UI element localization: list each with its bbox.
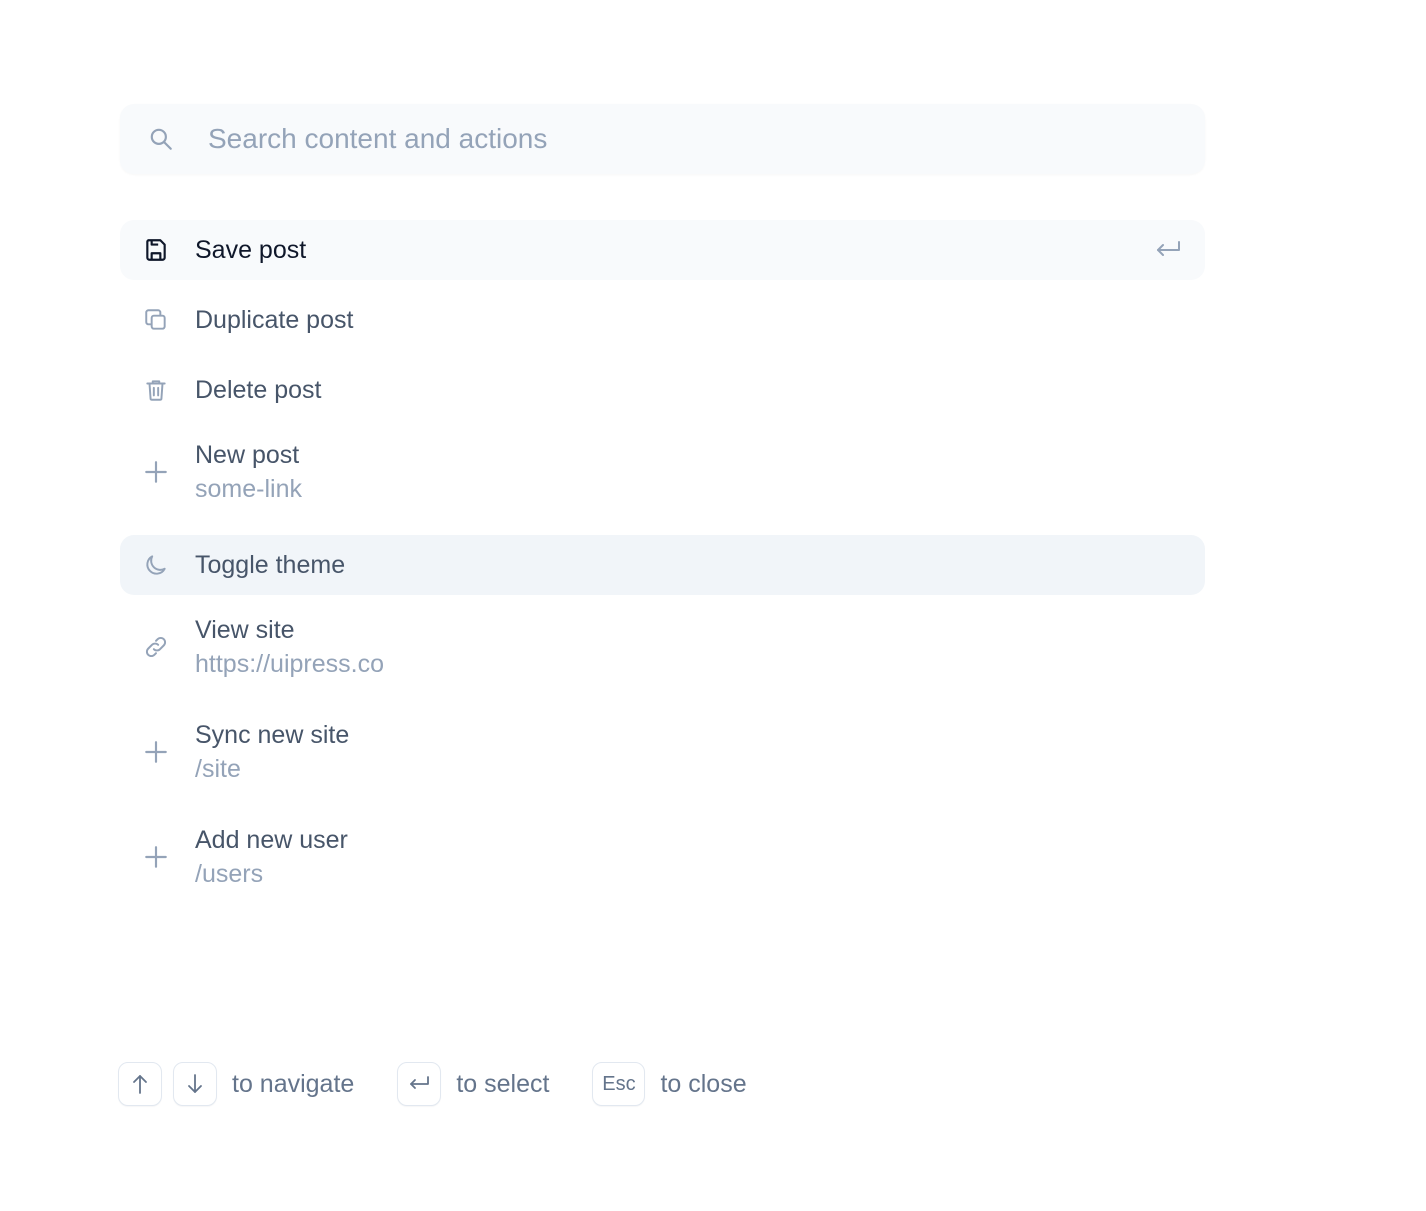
esc-key: Esc xyxy=(592,1062,646,1106)
command-duplicate-post[interactable]: Duplicate post xyxy=(120,290,1205,350)
command-list: Save post Duplicate post Delete post New… xyxy=(120,220,1205,899)
command-palette: Save post Duplicate post xyxy=(120,104,1205,920)
plus-icon xyxy=(141,842,171,872)
enter-key xyxy=(397,1062,442,1106)
command-label: Duplicate post xyxy=(195,306,354,334)
command-sublabel: some-link xyxy=(195,475,302,503)
command-label: Sync new site xyxy=(195,721,350,749)
command-label: Save post xyxy=(195,236,307,264)
search-bar[interactable] xyxy=(120,104,1205,174)
enter-icon xyxy=(410,1076,430,1089)
command-new-post[interactable]: New post some-link xyxy=(120,430,1205,514)
command-sublabel: /users xyxy=(195,860,264,888)
command-add-new-user[interactable]: Add new user /users xyxy=(120,815,1205,899)
save-icon xyxy=(141,235,171,265)
select-hint: to select xyxy=(456,1069,550,1098)
enter-icon xyxy=(1153,235,1183,265)
arrow-down-icon xyxy=(188,1074,202,1093)
arrow-down-key xyxy=(173,1062,217,1106)
search-input[interactable] xyxy=(208,109,1205,169)
command-label: Delete post xyxy=(195,376,322,404)
command-label: Add new user xyxy=(195,826,348,854)
search-icon xyxy=(146,124,176,154)
keyboard-hints: to navigate to select Esc to close xyxy=(118,1061,747,1107)
command-save-post[interactable]: Save post xyxy=(120,220,1205,280)
command-sublabel: /site xyxy=(195,755,241,783)
command-label: View site xyxy=(195,616,295,644)
command-label: New post xyxy=(195,441,300,469)
arrow-up-key xyxy=(118,1062,162,1106)
command-delete-post[interactable]: Delete post xyxy=(120,360,1205,420)
command-sync-new-site[interactable]: Sync new site /site xyxy=(120,710,1205,794)
command-label: Toggle theme xyxy=(195,551,346,579)
command-sublabel: https://uipress.co xyxy=(195,650,384,678)
moon-icon xyxy=(141,550,171,580)
command-toggle-theme[interactable]: Toggle theme xyxy=(120,535,1205,595)
close-hint: to close xyxy=(660,1069,747,1098)
plus-icon xyxy=(141,737,171,767)
command-view-site[interactable]: View site https://uipress.co xyxy=(120,605,1205,689)
duplicate-icon xyxy=(141,305,171,335)
plus-icon xyxy=(141,457,171,487)
navigate-hint: to navigate xyxy=(232,1069,355,1098)
link-icon xyxy=(141,632,171,662)
trash-icon xyxy=(141,375,171,405)
arrow-up-icon xyxy=(133,1075,147,1094)
